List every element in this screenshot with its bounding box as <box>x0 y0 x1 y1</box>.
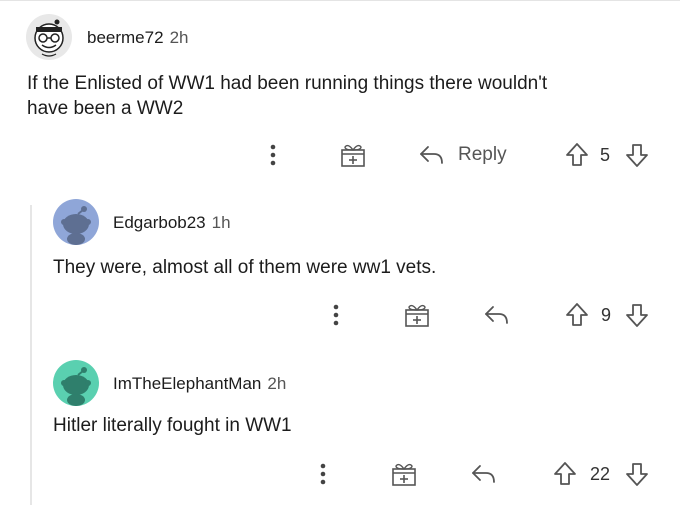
comment-body-line-1: If the Enlisted of WW1 had been running … <box>27 73 548 94</box>
vote-score: 9 <box>601 305 612 325</box>
snoo-avatar-icon <box>61 206 91 245</box>
comment-username[interactable]: ImTheElephantMan 2h <box>113 374 286 394</box>
top-divider <box>0 0 680 1</box>
thread-line[interactable] <box>30 205 32 505</box>
more-options-icon[interactable] <box>318 462 328 486</box>
comment-body-line-2: have been a WW2 <box>27 98 184 119</box>
comment-username[interactable]: beerme72 2h <box>87 28 188 48</box>
comment-body: Hitler literally fought in WW1 <box>53 415 292 436</box>
timestamp: 2h <box>267 374 287 393</box>
reply-arrow-icon[interactable] <box>470 463 498 485</box>
downvote-icon[interactable] <box>624 461 650 487</box>
timestamp: 2h <box>169 28 189 47</box>
snoo-avatar-icon <box>34 19 64 57</box>
comment-body: They were, almost all of them were ww1 v… <box>53 257 437 278</box>
snoo-avatar-icon <box>61 367 91 406</box>
downvote-icon[interactable] <box>624 302 650 328</box>
award-icon[interactable] <box>339 142 367 168</box>
avatar[interactable] <box>53 360 99 406</box>
upvote-icon[interactable] <box>564 142 590 168</box>
vote-score: 22 <box>590 464 611 484</box>
reply-arrow-icon[interactable] <box>483 304 511 326</box>
timestamp: 1h <box>211 213 231 232</box>
upvote-icon[interactable] <box>564 302 590 328</box>
comment-username[interactable]: Edgarbob23 1h <box>113 213 231 233</box>
vote-score: 5 <box>600 145 611 165</box>
username-text[interactable]: ImTheElephantMan <box>113 374 261 393</box>
award-icon[interactable] <box>403 302 431 328</box>
comment-body: If the Enlisted of WW1 had been running … <box>27 71 547 121</box>
downvote-icon[interactable] <box>624 142 650 168</box>
more-options-icon[interactable] <box>331 303 341 327</box>
username-text[interactable]: beerme72 <box>87 28 164 47</box>
avatar[interactable] <box>26 14 72 60</box>
reply-button[interactable]: Reply <box>458 144 507 166</box>
award-icon[interactable] <box>390 461 418 487</box>
more-options-icon[interactable] <box>268 143 278 167</box>
username-text[interactable]: Edgarbob23 <box>113 213 206 232</box>
reply-arrow-icon[interactable] <box>418 144 446 166</box>
avatar[interactable] <box>53 199 99 245</box>
upvote-icon[interactable] <box>552 461 578 487</box>
